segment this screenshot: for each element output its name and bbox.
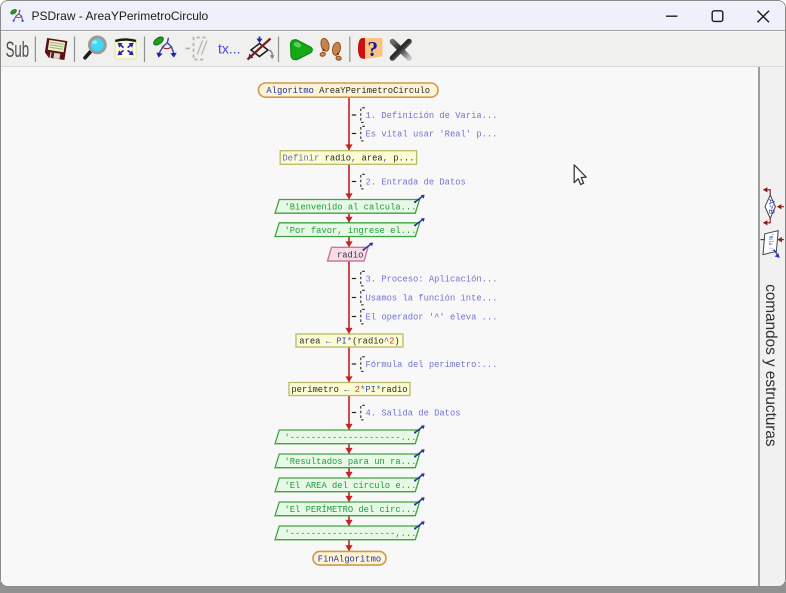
svg-text:'Hola !': 'Hola !' <box>767 234 774 252</box>
svg-text:3. Proceso: Aplicación...: 3. Proceso: Aplicación... <box>366 275 498 285</box>
svg-text:1. Definición de Varia...: 1. Definición de Varia... <box>366 111 498 121</box>
svg-text:radio: radio <box>337 250 363 260</box>
svg-text:Sub: Sub <box>6 38 29 62</box>
svg-text:Fórmula del perimetro:...: Fórmula del perimetro:... <box>366 360 498 370</box>
svg-text:'Por favor, ingrese el...: 'Por favor, ingrese el... <box>285 226 417 236</box>
svg-text:Es vital usar 'Real' p...: Es vital usar 'Real' p... <box>366 130 498 140</box>
svg-text:Usamos la función inte...: Usamos la función inte... <box>366 294 498 304</box>
svg-text:'El AREA del círculo e...: 'El AREA del círculo e... <box>285 481 417 491</box>
svg-text:2. Entrada de Datos: 2. Entrada de Datos <box>366 178 466 188</box>
svg-text:Definir radio, area, p...: Definir radio, area, p... <box>282 154 414 164</box>
svg-text:4. Salida de Datos: 4. Salida de Datos <box>366 409 461 419</box>
svg-text:'Bienvenido al calcula...: 'Bienvenido al calcula... <box>285 202 417 212</box>
svg-text:'El PERÍMETRO del circ...: 'El PERÍMETRO del circ... <box>285 504 417 515</box>
svg-text:?: ? <box>368 37 379 61</box>
svg-text:El operador '^' eleva ...: El operador '^' eleva ... <box>366 313 498 323</box>
svg-text:Algoritmo AreaYPerimetroCircul: Algoritmo AreaYPerimetroCirculo <box>266 86 430 96</box>
svg-text:'--------------------,...: '--------------------,... <box>285 529 417 539</box>
svg-text://: // <box>197 37 208 59</box>
svg-text:tx...: tx... <box>218 41 241 57</box>
svg-text:perimetro ← 2*PI*radio: perimetro ← 2*PI*radio <box>291 385 407 395</box>
svg-text:'---------------------...: '---------------------... <box>285 433 417 443</box>
svg-text:FinAlgoritmo: FinAlgoritmo <box>318 554 381 564</box>
svg-text:A>B: A>B <box>766 199 774 214</box>
svg-text:comandos y estructuras: comandos y estructuras <box>762 284 779 447</box>
svg-text:area ← PI*(radio^2): area ← PI*(radio^2) <box>299 337 399 347</box>
svg-text:'Resultados para un ra...: 'Resultados para un ra... <box>285 457 417 467</box>
